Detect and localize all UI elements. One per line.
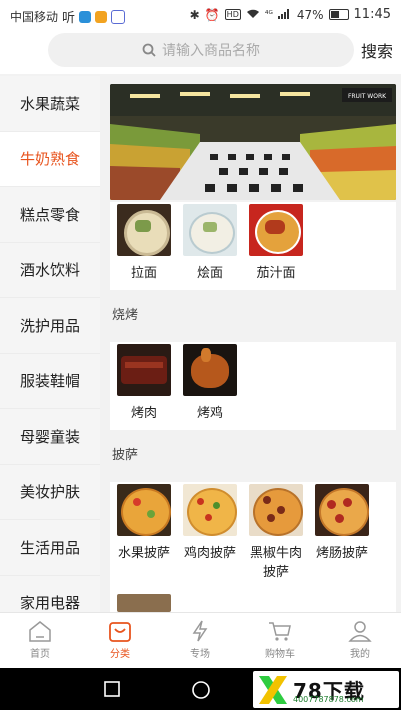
product-grid-pizza: 水果披萨 鸡肉披萨 黑椒牛肉披萨 烤肠披萨: [110, 482, 396, 612]
store-banner-image[interactable]: FRUIT WORK: [110, 84, 396, 200]
product-item[interactable]: 烩面: [179, 204, 241, 281]
sidebar-item-toiletries[interactable]: 洗护用品: [0, 298, 100, 354]
search-bar: 请输入商品名称 搜索: [0, 30, 401, 74]
sidebar-item-drinks[interactable]: 酒水饮料: [0, 243, 100, 298]
recents-button[interactable]: [103, 680, 121, 698]
product-item[interactable]: 烤鸡: [179, 344, 241, 421]
tab-category[interactable]: 分类: [90, 619, 150, 660]
banner-sign: FRUIT WORK: [348, 93, 387, 100]
lightning-icon: [192, 620, 208, 642]
product-item[interactable]: 水果披萨: [113, 484, 175, 561]
search-icon: [142, 43, 156, 57]
product-thumbnail: [315, 484, 369, 536]
search-button[interactable]: 搜索: [361, 38, 393, 62]
tab-special[interactable]: 专场: [170, 619, 230, 660]
tab-label: 首页: [30, 649, 50, 660]
search-placeholder: 请输入商品名称: [162, 43, 260, 59]
x-logo-icon: [259, 675, 287, 704]
hd-badge: HD: [224, 9, 241, 20]
cart-icon: [269, 622, 291, 641]
product-thumbnail: [117, 204, 171, 256]
product-thumbnail: [117, 484, 171, 536]
product-thumbnail: [183, 344, 237, 396]
alarm-icon: ⏰: [204, 7, 220, 22]
sidebar-item-fruit-veg[interactable]: 水果蔬菜: [0, 76, 100, 132]
product-item[interactable]: 烤肉: [113, 344, 175, 421]
app-notification-icon: [111, 9, 126, 24]
product-name: 烤肠披萨: [315, 546, 368, 561]
product-item[interactable]: 鸡肉披萨: [179, 484, 241, 561]
category-sidebar: 水果蔬菜 牛奶熟食 糕点零食 酒水饮料 洗护用品 服装鞋帽 母婴童装 美妆护肤 …: [0, 76, 100, 612]
tab-label: 分类: [110, 649, 130, 660]
section-title-bbq: 烧烤: [112, 308, 139, 323]
bag-icon: [109, 622, 131, 642]
sidebar-item-snacks[interactable]: 糕点零食: [0, 187, 100, 243]
product-name: 拉面: [130, 266, 157, 281]
user-icon: [348, 621, 372, 642]
sidebar-item-daily-goods[interactable]: 生活用品: [0, 520, 100, 576]
product-item[interactable]: 黑椒牛肉披萨: [245, 484, 307, 580]
product-name: 烤肉: [130, 406, 157, 421]
home-button[interactable]: [191, 680, 211, 700]
product-thumbnail: [183, 484, 237, 536]
category-content: FRUIT WORK 拉面 烩面 茄汁面 烧烤 烤肉 烤鸡 披萨 水果披萨 鸡肉…: [104, 76, 401, 612]
battery-icon: [328, 9, 349, 20]
product-item[interactable]: 烤肠披萨: [311, 484, 373, 561]
sidebar-item-appliances[interactable]: 家用电器: [0, 576, 100, 612]
tab-label: 购物车: [265, 649, 295, 660]
bottom-tab-bar: 首页 分类 专场 购物车 我的: [0, 612, 401, 669]
hd-voice-icon: 听: [62, 11, 76, 26]
section-title-pizza: 披萨: [112, 448, 139, 463]
wifi-icon: [246, 8, 260, 22]
tab-label: 专场: [190, 649, 210, 660]
product-name: 烤鸡: [196, 406, 223, 421]
app-notification-icon: [95, 10, 108, 23]
product-thumbnail: [117, 344, 171, 396]
tab-cart[interactable]: 购物车: [250, 619, 310, 660]
product-name: 水果披萨: [117, 546, 170, 561]
watermark-url: 4007787878.com: [293, 695, 364, 704]
search-input[interactable]: 请输入商品名称: [48, 33, 354, 67]
sidebar-item-beauty[interactable]: 美妆护肤: [0, 465, 100, 520]
product-name: 黑椒牛肉披萨: [249, 546, 302, 580]
product-thumbnail: [249, 484, 303, 536]
product-thumbnail-partial[interactable]: [117, 594, 171, 612]
watermark-logo: 78下载 4007787878.com: [253, 671, 399, 708]
status-bar: 中国移动 听 ✱ ⏰ HD ⁴ᴳ 47% 11:45: [0, 0, 401, 30]
product-name: 鸡肉披萨: [183, 546, 236, 561]
app-notification-icon: [79, 10, 92, 23]
tab-label: 我的: [350, 649, 370, 660]
product-thumbnail: [249, 204, 303, 256]
sidebar-item-dairy-deli[interactable]: 牛奶熟食: [0, 131, 100, 187]
home-icon: [29, 621, 51, 642]
product-name: 茄汁面: [256, 266, 296, 281]
tab-home[interactable]: 首页: [10, 619, 70, 660]
network-type: ⁴ᴳ: [264, 9, 273, 20]
sidebar-item-baby[interactable]: 母婴童装: [0, 409, 100, 465]
tab-profile[interactable]: 我的: [330, 619, 390, 660]
product-grid-bbq: 烤肉 烤鸡: [110, 342, 396, 430]
battery-percent: 47%: [296, 7, 324, 22]
product-item[interactable]: 拉面: [113, 204, 175, 281]
signal-icon: [277, 8, 292, 22]
product-name: 烩面: [196, 266, 223, 281]
product-thumbnail: [183, 204, 237, 256]
product-grid-noodles: 拉面 烩面 茄汁面: [110, 202, 396, 290]
sidebar-item-clothing[interactable]: 服装鞋帽: [0, 354, 100, 409]
product-item[interactable]: 茄汁面: [245, 204, 307, 281]
bluetooth-icon: ✱: [189, 7, 200, 22]
carrier-label: 中国移动: [10, 10, 59, 24]
clock: 11:45: [353, 7, 391, 22]
